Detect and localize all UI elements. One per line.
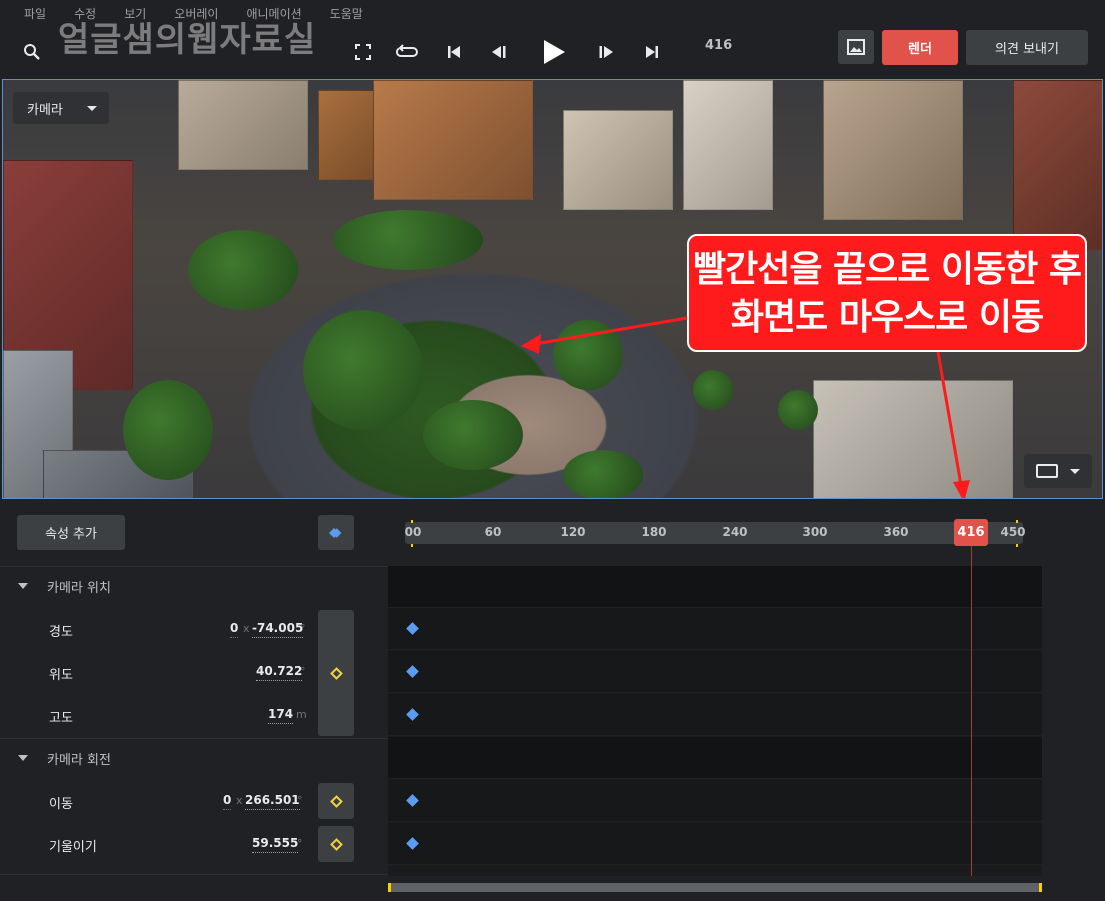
keyframe-marker[interactable] [406, 665, 419, 678]
image-icon [847, 39, 865, 55]
menu-edit[interactable]: 수정 [74, 5, 96, 22]
longitude-value[interactable]: -74.005 [252, 621, 304, 638]
current-frame-display: 416 [705, 38, 733, 53]
x-separator: x [243, 622, 250, 635]
altitude-value[interactable]: 174 [268, 707, 294, 724]
search-icon[interactable] [16, 36, 48, 68]
property-list: 카메라 위치 경도 0 x -74.005 ° 위도 40.722 ° 고도 1… [0, 566, 388, 876]
track-tilt[interactable] [388, 823, 1042, 865]
range-end-marker [1016, 544, 1018, 547]
divider [0, 874, 388, 875]
pan-value[interactable]: 266.501 [245, 793, 300, 810]
property-label: 이동 [49, 797, 73, 812]
group-camera-rotation[interactable]: 카메라 회전 [0, 738, 388, 778]
keyframe-diamond-icon [329, 794, 343, 808]
menu-bar: 파일 수정 보기 오버레이 애니메이션 도움말 [0, 0, 1105, 26]
aspect-ratio-dropdown[interactable] [1024, 454, 1092, 488]
keyframe-marker[interactable] [406, 708, 419, 721]
track-longitude[interactable] [388, 608, 1042, 650]
render-button[interactable]: 렌더 [882, 30, 958, 65]
menu-help[interactable]: 도움말 [330, 5, 363, 22]
fullscreen-icon[interactable] [347, 36, 379, 68]
loop-icon[interactable] [391, 36, 423, 68]
keyframe-nav-button[interactable] [318, 515, 354, 550]
ruler-tick: 360 [883, 525, 909, 539]
keyframe-marker[interactable] [406, 837, 419, 850]
ruler-tick: 180 [641, 525, 667, 539]
range-start-marker [411, 544, 413, 547]
timeline-panel: 속성 추가 00 60 120 180 240 300 360 450 416 … [0, 500, 1105, 901]
unit-label: ° [297, 837, 303, 850]
aspect-ratio-icon [1036, 464, 1058, 478]
track-pan[interactable] [388, 780, 1042, 822]
earth-studio-app: 파일 수정 보기 오버레이 애니메이션 도움말 얼글샘의웹자료실 416 렌더 … [0, 0, 1105, 901]
track-latitude[interactable] [388, 651, 1042, 693]
keyframe-marker[interactable] [406, 622, 419, 635]
position-keyframe-button[interactable] [318, 610, 354, 736]
group-camera-position[interactable]: 카메라 위치 [0, 566, 388, 606]
collapse-triangle-icon [18, 583, 28, 589]
group-label: 카메라 위치 [47, 581, 111, 596]
property-label: 위도 [49, 668, 73, 683]
snapshot-button[interactable] [838, 30, 874, 64]
latitude-value[interactable]: 40.722 [256, 664, 303, 681]
range-start-marker[interactable] [411, 520, 413, 523]
unit-label: ° [300, 622, 306, 635]
play-icon[interactable] [536, 34, 572, 70]
skip-to-end-icon[interactable] [636, 36, 668, 68]
pan-keyframe-button[interactable] [318, 783, 354, 819]
unit-label: m [296, 708, 307, 721]
track-group-camera-position [388, 566, 1042, 608]
property-label: 고도 [49, 711, 73, 726]
tilt-value[interactable]: 59.555 [252, 836, 299, 853]
playhead-handle[interactable]: 416 [954, 519, 988, 546]
previous-frame-icon[interactable] [483, 36, 515, 68]
skip-to-start-icon[interactable] [438, 36, 470, 68]
ruler-tick: 120 [560, 525, 586, 539]
timeline-ruler[interactable]: 00 60 120 180 240 300 360 450 [404, 522, 1026, 544]
ruler-tick: 60 [484, 525, 502, 539]
x-separator: x [236, 794, 243, 807]
property-label: 경도 [49, 625, 73, 640]
track-altitude[interactable] [388, 694, 1042, 736]
range-end-marker[interactable] [1016, 520, 1018, 523]
timeline-scrollbar[interactable] [388, 883, 1042, 892]
add-property-button[interactable]: 속성 추가 [17, 515, 125, 550]
longitude-x-value[interactable]: 0 [230, 621, 239, 638]
ruler-tick: 300 [802, 525, 828, 539]
annotation-callout: 빨간선을 끝으로 이동한 후 화면도 마우스로 이동 [687, 234, 1087, 352]
ruler-tick: 450 [1000, 525, 1026, 539]
keyframe-marker[interactable] [406, 794, 419, 807]
menu-file[interactable]: 파일 [24, 5, 46, 22]
keyframe-diamond-icon [329, 527, 342, 538]
keyframe-diamond-icon [329, 666, 343, 680]
scrollbar-end-handle[interactable] [1039, 883, 1042, 892]
menu-overlay[interactable]: 오버레이 [174, 5, 218, 22]
unit-label: ° [300, 665, 306, 678]
unit-label: ° [297, 794, 303, 807]
3d-map-viewport[interactable]: 카메라 빨간선을 끝으로 이동한 후 화면도 마우스로 이동 [2, 79, 1103, 499]
group-label: 카메라 회전 [47, 753, 111, 768]
callout-line-1: 빨간선을 끝으로 이동한 후 [693, 249, 1082, 290]
next-frame-icon[interactable] [590, 36, 622, 68]
playhead-line[interactable] [971, 546, 972, 876]
property-label: 기울이기 [49, 840, 97, 855]
scrollbar-start-handle[interactable] [388, 883, 391, 892]
chevron-down-icon [1070, 469, 1080, 474]
ruler-tick: 00 [404, 525, 422, 539]
tilt-keyframe-button[interactable] [318, 826, 354, 862]
collapse-triangle-icon [18, 755, 28, 761]
keyframe-diamond-icon [329, 837, 343, 851]
callout-line-2: 화면도 마우스로 이동 [730, 297, 1044, 338]
track-group-camera-rotation [388, 737, 1042, 779]
pan-x-value[interactable]: 0 [223, 793, 232, 810]
menu-animation[interactable]: 애니메이션 [246, 5, 301, 22]
send-feedback-button[interactable]: 의견 보내기 [966, 30, 1088, 65]
menu-view[interactable]: 보기 [124, 5, 146, 22]
timeline-tracks[interactable] [388, 566, 1042, 876]
ruler-tick: 240 [722, 525, 748, 539]
